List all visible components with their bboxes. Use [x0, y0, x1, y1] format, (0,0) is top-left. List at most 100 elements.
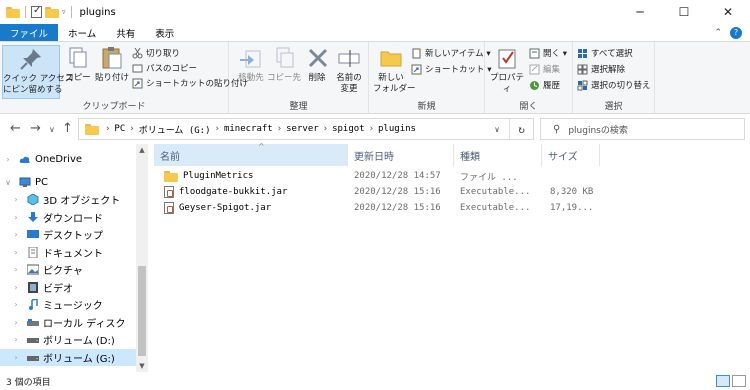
new-folder-button[interactable]: 新しい フォルダー: [373, 45, 416, 95]
select-all-button[interactable]: すべて選択: [577, 46, 633, 60]
copy-path-button[interactable]: パスのコピー: [132, 61, 197, 75]
forward-arrow-icon[interactable]: →: [30, 121, 41, 136]
tab-share[interactable]: 共有: [106, 24, 145, 41]
nav-item-desktop[interactable]: › デスクトップ: [0, 226, 136, 243]
tab-home[interactable]: ホーム: [58, 24, 106, 41]
close-button[interactable]: ✕: [706, 0, 750, 24]
edit-button[interactable]: 編集: [529, 62, 560, 76]
copy-to-button[interactable]: コピー先: [267, 45, 301, 84]
breadcrumb-spigot[interactable]: spigot: [332, 124, 365, 134]
shortcut-button[interactable]: ショートカット ▾: [411, 62, 491, 76]
picture-icon: [26, 264, 40, 275]
nav-item-volume-g[interactable]: › ボリューム (G:): [0, 349, 136, 366]
select-group-label: 選択: [604, 102, 623, 112]
cloud-icon: [19, 154, 31, 165]
nav-item-pictures[interactable]: › ピクチャ: [0, 261, 136, 278]
details-view-icon[interactable]: [716, 375, 730, 387]
new-item-label: 新しいアイテム ▾: [425, 49, 491, 59]
rename-label: 名前の 変更: [336, 73, 362, 94]
breadcrumb-volume-g[interactable]: ボリューム (G:): [139, 123, 211, 136]
open-button[interactable]: 開く ▾: [529, 46, 567, 60]
column-date-label: 更新日時: [354, 151, 394, 163]
invert-selection-button[interactable]: 選択の切り替え: [577, 78, 651, 92]
scroll-thumb[interactable]: [138, 266, 146, 356]
file-type: ファイル ...: [460, 172, 518, 183]
breadcrumb-server[interactable]: server: [286, 124, 319, 134]
collapse-chevron-icon[interactable]: ∨: [3, 178, 13, 187]
navigation-pane: › OneDrive ∨ PC › 3D オブジェクト › ダウンロード › デ…: [0, 144, 148, 372]
new-group: 新しい フォルダー 新しいアイテム ▾ ショートカット ▾ 新規: [369, 42, 491, 114]
large-icons-view-icon[interactable]: [732, 375, 746, 387]
drive-icon: [27, 334, 39, 345]
paste-button[interactable]: 貼り付け: [95, 45, 129, 84]
nav-item-pc[interactable]: ∨ PC: [0, 174, 136, 191]
nav-scrollbar[interactable]: ▲ ▼: [136, 144, 148, 372]
tab-view[interactable]: 表示: [145, 24, 184, 41]
table-row[interactable]: Geyser-Spigot.jar 2020/12/28 15:16 Execu…: [160, 200, 610, 216]
breadcrumb-plugins[interactable]: plugins: [378, 124, 416, 134]
properties-button[interactable]: プロパティ: [489, 45, 525, 95]
ribbon-tabs: ファイル ホーム 共有 表示 ⌃ ?: [0, 24, 750, 41]
copy-button[interactable]: コピー: [64, 45, 92, 84]
refresh-icon[interactable]: ↻: [509, 119, 533, 139]
drive-icon: [27, 352, 39, 363]
expand-chevron-icon[interactable]: ›: [3, 155, 13, 164]
column-type[interactable]: 種類: [454, 144, 542, 166]
file-list: 名前 ^ 更新日時 種類 サイズ PluginMetrics 2020/12/2…: [148, 142, 750, 372]
video-icon: [27, 282, 39, 293]
clipboard-group-label: クリップボード: [82, 102, 146, 112]
jar-icon: [164, 202, 174, 214]
scroll-down-icon[interactable]: ▼: [136, 360, 148, 372]
table-row[interactable]: floodgate-bukkit.jar 2020/12/28 15:16 Ex…: [160, 184, 610, 200]
delete-button[interactable]: 削除: [305, 45, 329, 84]
column-name[interactable]: 名前 ^: [154, 142, 348, 166]
maximize-button[interactable]: ☐: [662, 0, 706, 24]
move-to-label: 移動先: [238, 73, 264, 83]
collapse-ribbon-icon[interactable]: ⌃: [714, 28, 722, 38]
help-icon[interactable]: ?: [730, 26, 742, 39]
nav-item-documents[interactable]: › ドキュメント: [0, 244, 136, 261]
folder-icon: [6, 6, 20, 18]
customize-dropdown-icon[interactable]: ▿: [62, 8, 66, 16]
up-arrow-icon[interactable]: ↑: [62, 121, 73, 136]
move-to-button[interactable]: 移動先: [235, 45, 267, 84]
nav-item-local-disk[interactable]: › ローカル ディスク: [0, 314, 136, 331]
breadcrumb-pc[interactable]: PC: [114, 124, 125, 134]
scroll-up-icon[interactable]: ▲: [136, 144, 148, 156]
address-dropdown-icon[interactable]: ∨: [489, 119, 505, 139]
jar-icon: [164, 186, 174, 198]
rename-button[interactable]: 名前の 変更: [333, 45, 365, 95]
drive-icon: [27, 317, 39, 328]
column-size[interactable]: サイズ: [542, 144, 600, 166]
nav-item-music[interactable]: › ミュージック: [0, 296, 136, 313]
minimize-button[interactable]: ─: [618, 0, 662, 24]
back-arrow-icon[interactable]: ←: [10, 121, 21, 136]
history-button[interactable]: 履歴: [529, 78, 560, 92]
properties-check-icon[interactable]: [31, 5, 42, 18]
nav-item-videos[interactable]: › ビデオ: [0, 279, 136, 296]
paste-shortcut-icon: [132, 78, 143, 89]
nav-item-volume-d[interactable]: › ボリューム (D:): [0, 331, 136, 348]
breadcrumb-minecraft[interactable]: minecraft: [224, 124, 273, 134]
tab-file[interactable]: ファイル: [0, 24, 59, 41]
paste-label: 貼り付け: [95, 73, 130, 83]
nav-item-3d-objects[interactable]: › 3D オブジェクト: [0, 191, 136, 208]
cut-button[interactable]: 切り取り: [132, 46, 180, 60]
address-bar[interactable]: › PC › ボリューム (G:) › minecraft › server ›…: [78, 118, 534, 140]
recent-dropdown-icon[interactable]: ∨: [49, 125, 55, 134]
cube-icon: [27, 193, 39, 206]
file-type: Executable...: [460, 203, 531, 213]
delete-x-icon: [305, 45, 331, 71]
pin-quick-access-button[interactable]: クイック アクセス にピン留めする: [2, 45, 73, 99]
table-row[interactable]: PluginMetrics 2020/12/28 14:57 ファイル ...: [160, 168, 610, 184]
properties-icon: [494, 45, 520, 71]
file-name: floodgate-bukkit.jar: [179, 187, 288, 197]
new-folder-icon[interactable]: [45, 6, 59, 18]
column-type-label: 種類: [460, 151, 480, 163]
column-date[interactable]: 更新日時: [348, 144, 454, 166]
search-input[interactable]: ⚲ pluginsの検索: [540, 118, 745, 140]
nav-item-onedrive[interactable]: › OneDrive: [0, 151, 136, 168]
new-item-button[interactable]: 新しいアイテム ▾: [411, 46, 491, 60]
nav-item-downloads[interactable]: › ダウンロード: [0, 209, 136, 226]
select-none-button[interactable]: 選択解除: [577, 62, 625, 76]
